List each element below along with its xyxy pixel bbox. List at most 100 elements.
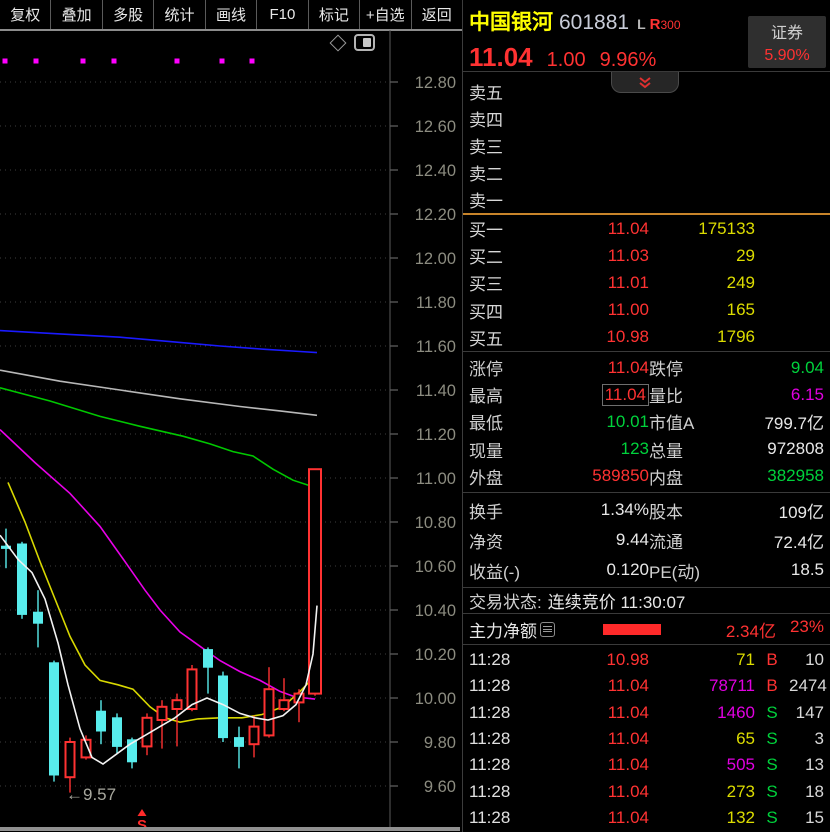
toolbar-button-1[interactable]: 复权	[0, 0, 51, 29]
stat-label-right: 量比	[649, 382, 745, 407]
kline-chart-area[interactable]: 12.8012.6012.4012.2012.0011.8011.6011.40…	[0, 30, 462, 832]
candle-body	[113, 718, 122, 747]
ask-row-5[interactable]: 卖一	[463, 187, 830, 212]
trade-row-4[interactable]: 11:2811.0465S3	[463, 729, 830, 749]
quote-panel: 中国银河601881LR300 11.04 1.00 9.96% 证券 5.90…	[462, 0, 830, 832]
toolbar-button-6[interactable]: F10	[257, 0, 308, 29]
stock-name: 中国银河	[469, 11, 553, 34]
stat-label-left: 涨停	[469, 355, 557, 380]
stat-label-left: 最高	[469, 382, 557, 407]
stat-value-left: 11.04	[557, 358, 649, 378]
bid-row-4[interactable]: 买四11.00165	[463, 298, 830, 323]
price-change: 1.00	[547, 49, 586, 72]
bid-row-3[interactable]: 买三11.01249	[463, 270, 830, 295]
stat-label-right: PE(动)	[649, 558, 745, 583]
trade-row-5[interactable]: 11:2811.04505S13	[463, 755, 830, 775]
trade-side: S	[755, 808, 789, 828]
stat-value-right: 972808	[745, 439, 824, 459]
stat-value-right: 18.5	[745, 560, 824, 580]
stock-header: 中国银河601881LR300 11.04 1.00 9.96% 证券 5.90…	[463, 0, 830, 72]
bid-row-1[interactable]: 买一11.04175133	[463, 216, 830, 241]
tick-trade-list[interactable]: 11:2810.9871B1011:2811.0478711B247411:28…	[463, 645, 830, 832]
bid-volume: 1796	[649, 327, 755, 347]
ask-row-2[interactable]: 卖四	[463, 106, 830, 131]
toolbar-button-2[interactable]: 叠加	[51, 0, 102, 29]
bid-price: 11.03	[531, 246, 649, 266]
price-axis-label: 11.20	[416, 426, 456, 444]
trade-count: 13	[789, 755, 824, 775]
trade-row-7[interactable]: 11:2811.04132S15	[463, 808, 830, 828]
stats-row: 净资9.44流通72.4亿	[463, 528, 830, 553]
chart-bottom-bar	[0, 827, 460, 831]
trade-row-2[interactable]: 11:2811.0478711B2474	[463, 676, 830, 696]
sector-change: 5.90%	[764, 47, 809, 65]
trade-row-1[interactable]: 11:2810.9871B10	[463, 650, 830, 670]
stat-value-left: 0.120	[557, 560, 649, 580]
toolbar-button-5[interactable]: 画线	[206, 0, 257, 29]
trade-row-3[interactable]: 11:2811.041460S147	[463, 703, 830, 723]
trade-price: 11.04	[531, 808, 649, 828]
ma-green-line	[0, 388, 313, 487]
stats-section-2: 换手1.34%股本109亿净资9.44流通72.4亿收益(-)0.120PE(动…	[463, 493, 830, 588]
stock-terminal-window: 复权叠加多股统计画线F10标记+自选返回 12.8012.6012.4012.2…	[0, 0, 830, 832]
price-axis-label: 11.40	[416, 382, 456, 400]
trade-count: 3	[789, 729, 824, 749]
candle-body	[173, 700, 182, 709]
stat-value-left: 9.44	[557, 530, 649, 550]
ma-magenta-line	[0, 430, 315, 699]
candlestick-chart[interactable]: 12.8012.6012.4012.2012.0011.8011.6011.40…	[0, 30, 462, 832]
trade-volume: 505	[649, 755, 755, 775]
last-price: 11.04	[469, 42, 533, 73]
candle-body	[50, 663, 59, 775]
trade-time: 11:28	[469, 676, 531, 696]
ask-row-3[interactable]: 卖三	[463, 133, 830, 158]
trade-volume: 273	[649, 782, 755, 802]
diamond-marker-icon[interactable]	[330, 34, 347, 51]
toolbar-button-4[interactable]: 统计	[154, 0, 205, 29]
ask-label: 卖三	[469, 133, 531, 158]
bid-volume: 175133	[649, 219, 755, 239]
event-dot	[112, 59, 117, 64]
ma-grey-line	[0, 370, 317, 415]
tag-index-300: 300	[660, 18, 680, 32]
trade-side: S	[755, 782, 789, 802]
event-dot	[250, 59, 255, 64]
stat-label-left: 最低	[469, 409, 557, 434]
ask-label: 卖四	[469, 106, 531, 131]
toolbar-button-7[interactable]: 标记	[309, 0, 360, 29]
trade-count: 147	[789, 703, 824, 723]
trade-time: 11:28	[469, 650, 531, 670]
price-axis-label: 10.20	[415, 646, 456, 664]
bid-row-5[interactable]: 买五10.981796	[463, 325, 830, 350]
price-axis-label: 10.60	[415, 558, 456, 576]
bid-price: 11.01	[531, 273, 649, 293]
sector-badge[interactable]: 证券 5.90%	[748, 16, 826, 68]
stock-code: 601881	[559, 11, 629, 34]
main-force-bar	[603, 624, 661, 635]
main-force-label: 主力净额	[469, 617, 537, 642]
candle-body	[235, 738, 244, 747]
trading-status-value: 连续竞价 11:30:07	[548, 588, 686, 613]
trade-time: 11:28	[469, 703, 531, 723]
signal-marker-arrow	[138, 809, 147, 816]
stat-label-right: 总量	[649, 437, 745, 462]
candle-body	[280, 700, 289, 709]
stats-row: 换手1.34%股本109亿	[463, 498, 830, 523]
tag-r: R	[650, 16, 661, 33]
trade-row-6[interactable]: 11:2811.04273S18	[463, 782, 830, 802]
price-axis-label: 12.60	[415, 118, 456, 136]
toolbar-button-9[interactable]: 返回	[412, 0, 462, 29]
event-dot	[220, 59, 225, 64]
collapse-panel-tab[interactable]	[611, 72, 679, 93]
ask-levels: 卖五卖四卖三卖二卖一	[463, 72, 830, 213]
main-force-row[interactable]: 主力净额 2.34亿 23%	[463, 614, 830, 645]
candle-body	[18, 544, 27, 614]
toolbar-button-8[interactable]: +自选	[360, 0, 411, 29]
bid-row-2[interactable]: 买二11.0329	[463, 243, 830, 268]
ask-row-4[interactable]: 卖二	[463, 160, 830, 185]
split-view-icon[interactable]	[354, 34, 375, 51]
trade-time: 11:28	[469, 755, 531, 775]
trade-price: 11.04	[531, 703, 649, 723]
list-icon[interactable]	[540, 622, 555, 637]
toolbar-button-3[interactable]: 多股	[103, 0, 154, 29]
